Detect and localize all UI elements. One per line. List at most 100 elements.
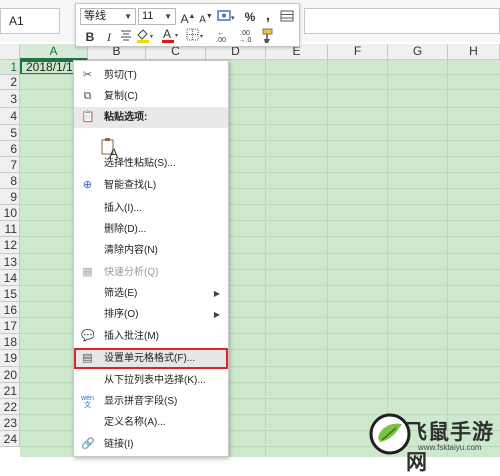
decrease-font-size-button[interactable]: A▼ [198, 9, 214, 25]
row-header-15[interactable]: 15 [0, 286, 20, 302]
mini-toolbar: 等线 ▼ 11 ▼ A▲ A▼ ▾ % , B I ▾ A ▾ ▾ ← .00 .… [75, 3, 300, 47]
column-header-g[interactable]: G [388, 44, 448, 60]
menu-item-sort[interactable]: 排序(O) ▶ [74, 304, 228, 325]
menu-item-label: 复制(C) [104, 91, 138, 102]
menu-item-label: 筛选(E) [104, 288, 138, 299]
cell-a1[interactable]: 2018/1/1 [20, 60, 80, 75]
row-header-18[interactable]: 18 [0, 334, 20, 350]
increase-decimal-button[interactable]: ← .00 [210, 30, 232, 46]
menu-item-delete[interactable]: 删除(D)... [74, 219, 228, 240]
row-header-1[interactable]: 1 [0, 60, 20, 75]
font-size-value: 11 [142, 10, 154, 22]
menu-item-format-cells[interactable]: ▤ 设置单元格格式(F)... [74, 348, 228, 369]
format-cells-icon: ▤ [82, 352, 93, 364]
font-size-dropdown[interactable]: 11 ▼ [138, 8, 176, 25]
bold-button[interactable]: B [82, 29, 98, 45]
row-header-16[interactable]: 16 [0, 302, 20, 318]
increase-font-size-button[interactable]: A▲ [180, 9, 196, 26]
svg-text:▾: ▾ [200, 34, 203, 40]
row-header-13[interactable]: 13 [0, 254, 20, 270]
row-header-22[interactable]: 22 [0, 399, 20, 415]
row-header-17[interactable]: 17 [0, 318, 20, 334]
currency-icon: ▾ [217, 10, 235, 22]
chevron-right-icon: ▶ [213, 289, 220, 298]
menu-item-link[interactable]: 🔗 链接(I) [74, 434, 228, 455]
link-icon: 🔗 [81, 438, 95, 450]
row-header-19[interactable]: 19 [0, 350, 20, 367]
menu-item-label: 定义名称(A)... [104, 417, 166, 428]
paste-icon: 📋 [81, 111, 95, 123]
menu-item-filter[interactable]: 筛选(E) ▶ [74, 283, 228, 304]
row-header-11[interactable]: 11 [0, 221, 20, 237]
font-name-value: 等线 [84, 10, 106, 22]
menu-item-smart-lookup[interactable]: ⊕ 智能查找(L) [74, 175, 228, 196]
menu-item-label: 排序(O) [104, 309, 139, 320]
row-header-6[interactable]: 6 [0, 141, 20, 157]
align-center-icon [121, 30, 131, 41]
menu-item-label: 从下拉列表中选择(K)... [104, 375, 206, 386]
comma-style-button[interactable]: , [260, 7, 276, 23]
svg-text:▾: ▾ [150, 34, 153, 40]
insert-comment-icon: 💬 [81, 330, 95, 342]
row-header-20[interactable]: 20 [0, 367, 20, 383]
phonetic-icon: wén 文 [81, 395, 94, 409]
menu-item-cut[interactable]: ✂ 剪切(T) [74, 65, 228, 86]
row-header-12[interactable]: 12 [0, 237, 20, 254]
menu-paste-options-header: 📋 粘贴选项: [74, 107, 228, 128]
svg-text:▾: ▾ [231, 15, 235, 22]
chevron-right-icon: ▶ [213, 310, 220, 319]
menu-item-label: 快速分析(Q) [104, 267, 159, 278]
menu-item-label: 插入批注(M) [104, 331, 159, 342]
italic-button[interactable]: I [101, 29, 117, 45]
row-header-8[interactable]: 8 [0, 173, 20, 189]
row-header-3[interactable]: 3 [0, 90, 20, 108]
menu-item-define-name[interactable]: 定义名称(A)... [74, 412, 228, 433]
borders-icon: ▾ [186, 28, 203, 41]
row-header-9[interactable]: 9 [0, 189, 20, 205]
watermark-url: www.fsktaiyu.com [418, 443, 482, 452]
chevron-down-icon: ▼ [124, 12, 132, 21]
menu-item-paste-special[interactable]: 选择性粘贴(S)... [74, 153, 228, 174]
row-header-4[interactable]: 4 [0, 108, 20, 125]
align-center-button[interactable] [118, 29, 134, 45]
menu-item-quick-analysis[interactable]: ▦ 快速分析(Q) [74, 262, 228, 283]
row-header-23[interactable]: 23 [0, 415, 20, 431]
row-header-2[interactable]: 2 [0, 75, 20, 90]
menu-item-show-phonetic[interactable]: wén 文 显示拼音字段(S) [74, 391, 228, 412]
column-header-f[interactable]: F [328, 44, 388, 60]
column-header-h[interactable]: H [448, 44, 500, 60]
font-color-button[interactable]: A ▾ [160, 27, 180, 44]
font-name-dropdown[interactable]: 等线 ▼ [80, 8, 136, 25]
accounting-format-button[interactable]: ▾ [215, 9, 239, 25]
borders-button[interactable]: ▾ [186, 28, 206, 44]
table-icon [280, 10, 294, 22]
scissors-icon: ✂ [82, 69, 93, 81]
decrease-decimal-button[interactable]: .00 →.0 [234, 30, 256, 46]
row-header-5[interactable]: 5 [0, 125, 20, 141]
row-header-10[interactable]: 10 [0, 205, 20, 221]
quick-analysis-icon: ▦ [82, 266, 93, 278]
menu-item-label: 选择性粘贴(S)... [104, 158, 176, 169]
row-header-7[interactable]: 7 [0, 157, 20, 173]
row-header-14[interactable]: 14 [0, 270, 20, 286]
select-all-corner[interactable] [0, 44, 20, 60]
row-header-21[interactable]: 21 [0, 383, 20, 399]
menu-item-label: 插入(I)... [104, 203, 142, 214]
context-menu: ✂ 剪切(T) ⧉ 复制(C) 📋 粘贴选项: A 选择性粘贴(S)... ⊕ … [73, 60, 229, 457]
fill-color-button[interactable]: ▾ [135, 28, 155, 44]
chevron-down-icon: ▼ [164, 12, 172, 21]
format-painter-button[interactable] [259, 28, 275, 44]
menu-item-clear-contents[interactable]: 清除内容(N) [74, 240, 228, 261]
menu-item-pick-from-list[interactable]: 从下拉列表中选择(K)... [74, 370, 228, 391]
format-painter-table-button[interactable] [279, 9, 295, 25]
formula-bar[interactable] [304, 8, 500, 34]
menu-item-label: 剪切(T) [104, 70, 137, 81]
menu-item-insert[interactable]: 插入(I)... [74, 198, 228, 219]
menu-item-label: 显示拼音字段(S) [104, 396, 178, 407]
name-box[interactable]: A1 [0, 8, 60, 34]
menu-item-copy[interactable]: ⧉ 复制(C) [74, 86, 228, 107]
percent-style-button[interactable]: % [242, 9, 258, 25]
row-header-24[interactable]: 24 [0, 431, 20, 447]
menu-item-insert-comment[interactable]: 💬 插入批注(M) [74, 326, 228, 347]
menu-item-label: 删除(D)... [104, 224, 147, 235]
